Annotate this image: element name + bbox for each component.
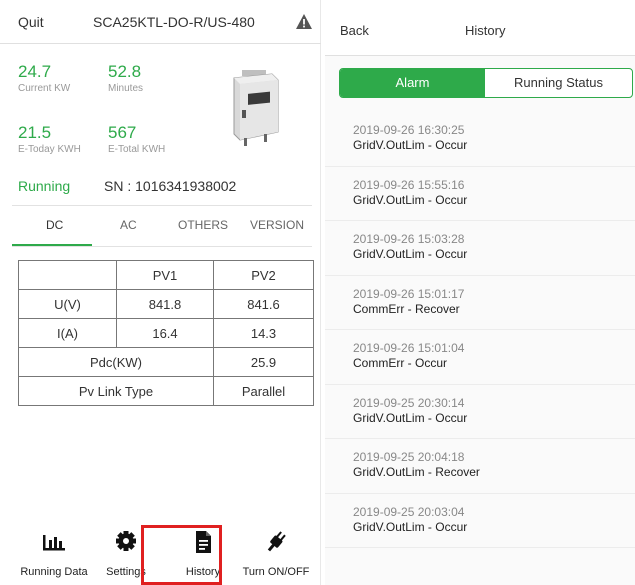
event-time: 2019-09-25 20:04:18 (353, 450, 465, 464)
event-time: 2019-09-26 15:03:28 (353, 232, 465, 246)
nav-running-data[interactable]: Running Data (18, 528, 90, 578)
page-title: History (465, 23, 506, 38)
event-text: CommErr - Recover (353, 301, 460, 316)
table-row-label: Pv Link Type (18, 376, 214, 406)
table-row: PV1 PV2 (18, 260, 314, 290)
quit-button[interactable]: Quit (18, 14, 44, 30)
table-row: Pv Link Type Parallel (18, 376, 314, 406)
history-segment-control: Alarm Running Status (339, 68, 633, 98)
event-text: GridV.OutLim - Occur (353, 247, 468, 261)
serial-number: SN : 1016341938002 (104, 178, 237, 194)
e-total-value: 567 (108, 123, 137, 142)
minutes-label: Minutes (108, 83, 144, 94)
table-row: Pdc(KW) 25.9 (18, 347, 314, 377)
table-cell: 25.9 (213, 347, 314, 377)
table-row-label: I(A) (18, 318, 117, 348)
event-time: 2019-09-26 15:55:16 (353, 177, 465, 192)
table-cell: 841.6 (213, 289, 314, 319)
warning-icon[interactable] (295, 13, 313, 30)
e-today-metric: 21.5 E-Today KWH (18, 123, 81, 157)
history-highlight-box (141, 525, 222, 585)
table-header-pv1: PV1 (116, 260, 214, 290)
bar-chart-icon (43, 535, 65, 551)
event-text: GridV.OutLim - Occur (353, 410, 468, 425)
event-text: CommErr - Occur (353, 356, 447, 370)
event-text: GridV.OutLim - Recover (353, 465, 480, 479)
device-topbar: Quit SCA25KTL-DO-R/US-480 (0, 0, 321, 44)
device-panel: Quit SCA25KTL-DO-R/US-480 24.7 Current K… (0, 0, 321, 585)
e-total-label: E-Total KWH (108, 144, 166, 155)
history-panel: Back History Alarm Running Status 2019-0… (325, 0, 635, 585)
list-item[interactable]: 2019-09-25 20:04:18 GridV.OutLim - Recov… (325, 439, 635, 494)
history-topbar: Back History (325, 0, 635, 56)
e-today-label: E-Today KWH (18, 144, 81, 155)
event-time: 2019-09-25 20:03:04 (353, 504, 465, 519)
table-row-label: Pdc(KW) (18, 347, 214, 377)
list-item[interactable]: 2019-09-26 15:01:17 CommErr - Recover (325, 275, 635, 330)
list-item[interactable]: 2019-09-26 15:03:28 GridV.OutLim - Occur (325, 221, 635, 276)
plug-icon (267, 531, 286, 552)
dc-table: PV1 PV2 U(V) 841.8 841.6 I(A) 16.4 14.3 … (18, 260, 314, 406)
list-item[interactable]: 2019-09-26 15:55:16 GridV.OutLim - Occur (325, 166, 635, 221)
data-tabs: DC AC OTHERS VERSION (12, 218, 312, 248)
list-item[interactable]: 2019-09-25 20:03:04 GridV.OutLim - Occur (325, 493, 635, 548)
status-text: Running (18, 178, 71, 194)
event-text: GridV.OutLim - Occur (353, 138, 468, 152)
tab-version[interactable]: VERSION (250, 218, 304, 232)
nav-running-data-label: Running Data (20, 566, 88, 578)
event-time: 2019-09-26 15:01:04 (353, 341, 465, 355)
nav-turn-on-off[interactable]: Turn ON/OFF (238, 528, 314, 578)
list-item[interactable]: 2019-09-26 16:30:25 GridV.OutLim - Occur (325, 112, 635, 167)
table-row-label: U(V) (18, 289, 117, 319)
nav-turn-on-off-label: Turn ON/OFF (242, 566, 310, 578)
event-text: GridV.OutLim - Occur (353, 519, 468, 534)
current-kw-metric: 24.7 Current KW (18, 62, 70, 96)
e-today-value: 21.5 (18, 123, 52, 142)
event-time: 2019-09-26 15:01:17 (353, 286, 465, 301)
minutes-value: 52.8 (108, 62, 142, 81)
table-header-pv2: PV2 (213, 260, 314, 290)
segment-running-status[interactable]: Running Status (485, 69, 632, 97)
table-row: I(A) 16.4 14.3 (18, 318, 314, 348)
inverter-image (233, 70, 279, 146)
table-cell: 16.4 (116, 318, 214, 348)
list-item[interactable]: 2019-09-25 20:30:14 GridV.OutLim - Occur (325, 384, 635, 439)
divider (12, 246, 312, 247)
gear-icon (116, 531, 136, 551)
divider (12, 205, 312, 206)
segment-alarm[interactable]: Alarm (340, 69, 485, 97)
table-cell: 841.8 (116, 289, 214, 319)
table-row: U(V) 841.8 841.6 (18, 289, 314, 319)
minutes-metric: 52.8 Minutes (108, 62, 143, 96)
tab-ac[interactable]: AC (120, 218, 137, 232)
running-status: Running (18, 178, 70, 194)
list-item[interactable]: 2019-09-26 15:01:04 CommErr - Occur (325, 330, 635, 385)
tab-others[interactable]: OTHERS (178, 218, 228, 232)
device-model-title: SCA25KTL-DO-R/US-480 (93, 14, 255, 30)
back-button[interactable]: Back (340, 23, 369, 38)
table-cell (18, 260, 117, 290)
current-kw-value: 24.7 (18, 62, 52, 81)
table-cell: 14.3 (213, 318, 314, 348)
table-cell: Parallel (213, 376, 314, 406)
current-kw-label: Current KW (18, 83, 71, 94)
event-time: 2019-09-25 20:30:14 (353, 395, 465, 410)
event-text: GridV.OutLim - Occur (353, 192, 468, 207)
tab-dc[interactable]: DC (46, 218, 63, 232)
alarm-list: 2019-09-26 16:30:25 GridV.OutLim - Occur… (325, 112, 635, 548)
e-total-metric: 567 E-Total KWH (108, 123, 165, 157)
event-time: 2019-09-26 16:30:25 (353, 123, 465, 137)
